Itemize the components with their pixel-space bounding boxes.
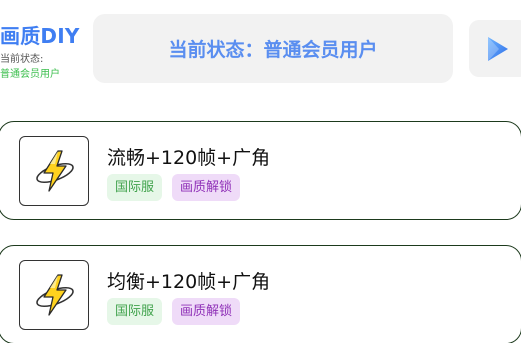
tag-quality-unlock: 画质解锁 xyxy=(172,298,241,325)
preset-title: 均衡+120帧+广角 xyxy=(107,271,271,293)
preset-thumbnail xyxy=(19,136,89,206)
play-icon xyxy=(488,37,508,61)
tag-server: 国际服 xyxy=(107,298,163,325)
status-banner-text: 当前状态：普通会员用户 xyxy=(168,39,378,61)
tag-quality-unlock: 画质解锁 xyxy=(172,174,241,201)
preset-thumbnail xyxy=(19,260,89,330)
lightning-bolt-icon xyxy=(36,150,74,192)
start-button[interactable] xyxy=(469,20,521,77)
status-value: 普通会员用户 xyxy=(0,69,60,80)
status-label: 当前状态: xyxy=(0,54,44,65)
app-screen: 画质DIY 当前状态: 普通会员用户 当前状态：普通会员用户 流畅+120帧+广… xyxy=(0,0,521,343)
lightning-bolt-icon xyxy=(36,274,74,316)
preset-title: 流畅+120帧+广角 xyxy=(107,147,271,169)
tag-server: 国际服 xyxy=(107,174,163,201)
app-title: 画质DIY xyxy=(0,24,80,48)
preset-card[interactable]: 流畅+120帧+广角 国际服 画质解锁 xyxy=(0,121,521,220)
status-banner: 当前状态：普通会员用户 xyxy=(93,14,453,83)
preset-card[interactable]: 均衡+120帧+广角 国际服 画质解锁 xyxy=(0,245,521,343)
